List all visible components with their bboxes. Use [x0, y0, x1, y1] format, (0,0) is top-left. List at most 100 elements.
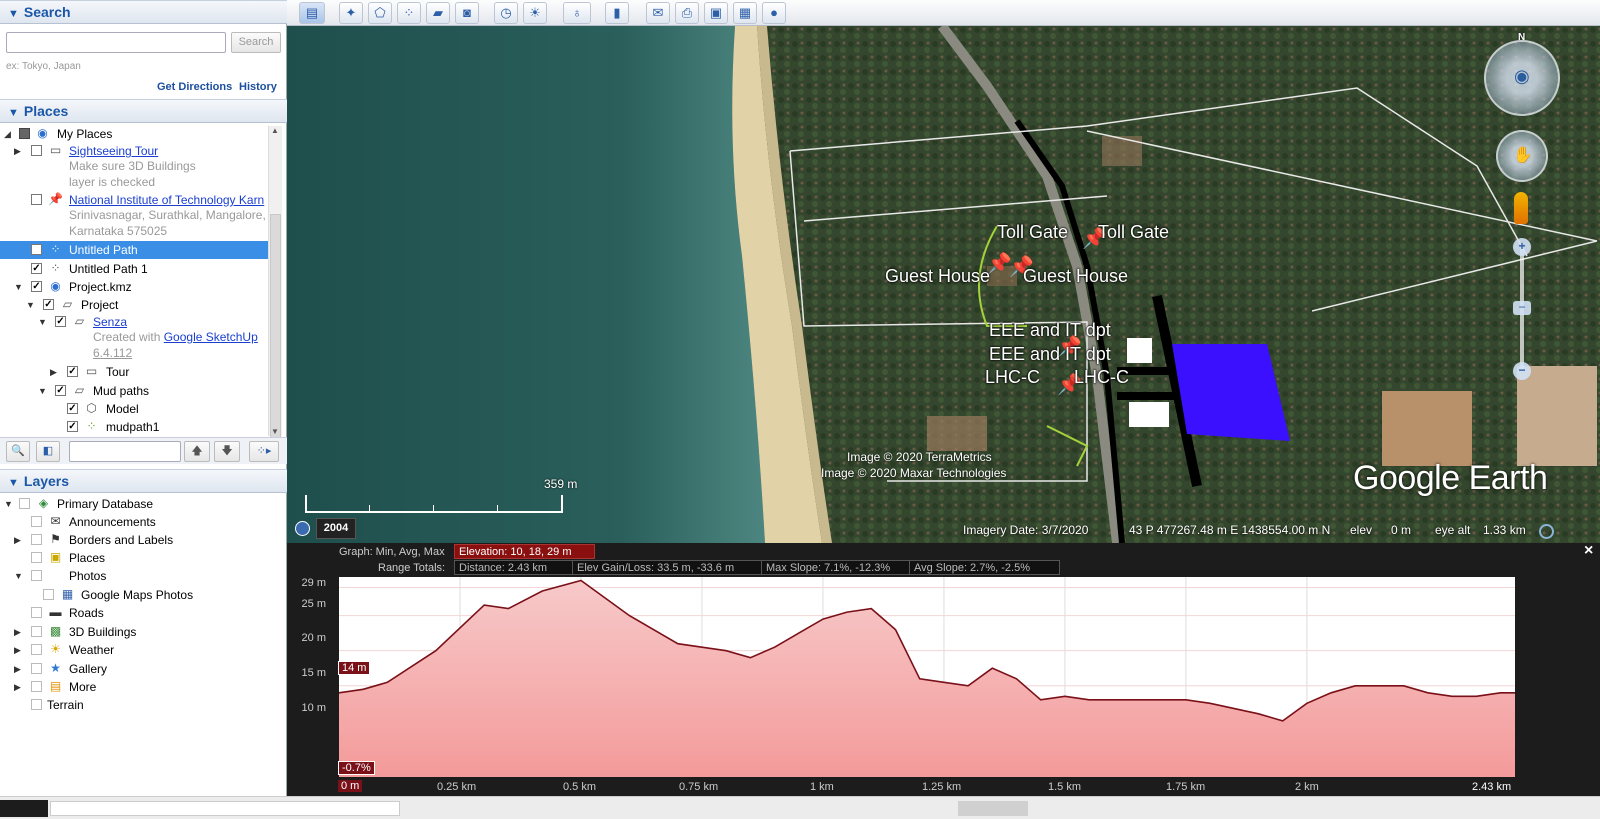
layer-weather[interactable]: ▶ ☀ Weather	[0, 641, 287, 659]
tour-play-icon[interactable]: ⁘▸	[249, 441, 279, 462]
map-label[interactable]: Guest House	[1023, 266, 1128, 287]
map-label[interactable]: EEE and IT dpt	[989, 344, 1111, 365]
checkbox[interactable]	[43, 589, 54, 600]
places-filter-input[interactable]	[69, 441, 181, 462]
tree-item-my-places[interactable]: ◢ ◉ My Places	[0, 125, 268, 143]
history-link[interactable]: History	[239, 81, 277, 93]
collapse-arrow-icon[interactable]: ▼	[14, 278, 24, 296]
tree-item-tour[interactable]: ▶ ✓ ▭ Tour	[0, 363, 268, 381]
checkbox[interactable]	[31, 626, 42, 637]
checkbox[interactable]	[31, 681, 42, 692]
add-polygon-icon[interactable]: ⬠	[368, 2, 392, 24]
sketchup-version-link[interactable]: 6.4.112	[93, 345, 132, 361]
map-label[interactable]: EEE and IT dpt	[989, 320, 1111, 341]
scrollbar-thumb[interactable]	[270, 214, 281, 444]
tree-item-mudpath1[interactable]: ✓ ⁘ mudpath1	[0, 418, 268, 436]
collapse-arrow-icon[interactable]: ▼	[38, 382, 48, 400]
search-places-icon[interactable]: 🔍	[6, 441, 30, 462]
add-placemark-icon[interactable]: ✦	[339, 2, 363, 24]
checkbox[interactable]	[31, 663, 42, 674]
checkbox-checked[interactable]: ✓	[55, 385, 66, 396]
collapse-arrow-icon[interactable]: ◢	[4, 125, 14, 143]
collapse-arrow-icon[interactable]: ▼	[26, 296, 36, 314]
layer-announcements[interactable]: ✉ Announcements	[0, 513, 287, 531]
search-input[interactable]	[6, 32, 226, 53]
scroll-up-icon[interactable]: ▲	[271, 126, 279, 135]
search-button[interactable]: Search	[231, 32, 281, 53]
collapse-arrow-icon[interactable]: ▼	[14, 567, 24, 585]
tree-item-mud-paths[interactable]: ▼ ✓ ▱ Mud paths	[0, 382, 268, 400]
layer-more[interactable]: ▶ ▤ More	[0, 678, 287, 696]
earth-gallery-icon[interactable]: ●	[762, 2, 786, 24]
checkbox[interactable]	[19, 128, 30, 139]
ruler-icon[interactable]: ▮	[605, 2, 629, 24]
map-label[interactable]: Toll Gate	[997, 222, 1068, 243]
move-down-icon[interactable]: 🡇	[214, 441, 240, 462]
expand-arrow-icon[interactable]: ▶	[14, 641, 24, 659]
expand-arrow-icon[interactable]: ▶	[14, 623, 24, 641]
layer-borders-labels[interactable]: ▶ ⚑ Borders and Labels	[0, 531, 287, 549]
zoom-slider[interactable]: + − −	[1513, 238, 1531, 380]
checkbox[interactable]	[31, 516, 42, 527]
move-up-icon[interactable]: 🡅	[184, 441, 210, 462]
get-directions-link[interactable]: Get Directions	[157, 81, 232, 93]
expand-arrow-icon[interactable]: ▶	[14, 678, 24, 696]
checkbox-checked[interactable]: ✓	[31, 244, 42, 255]
checkbox[interactable]	[19, 498, 30, 509]
checkbox[interactable]	[31, 534, 42, 545]
checkbox-checked[interactable]: ✓	[55, 316, 66, 327]
layer-primary-database[interactable]: ▼ ◈ Primary Database	[0, 495, 287, 513]
expand-arrow-icon[interactable]: ▶	[50, 363, 60, 381]
pegman-icon[interactable]	[1514, 192, 1528, 224]
checkbox-checked[interactable]: ✓	[67, 403, 78, 414]
search-panel-header[interactable]: ▼ Search	[0, 0, 287, 24]
checkbox[interactable]	[31, 570, 42, 581]
map-label[interactable]: Guest House	[885, 266, 990, 287]
tree-item-untitled-path[interactable]: ✓ ⁘ Untitled Path	[0, 241, 268, 259]
expand-arrow-icon[interactable]: ▶	[14, 531, 24, 549]
expand-arrow-icon[interactable]: ▶	[14, 142, 24, 160]
layer-3d-buildings[interactable]: ▶ ▩ 3D Buildings	[0, 623, 287, 641]
checkbox[interactable]	[31, 699, 42, 710]
toggle-panel-icon[interactable]: ◧	[36, 441, 60, 462]
checkbox[interactable]	[31, 145, 42, 156]
scrollbar-thumb[interactable]	[50, 801, 400, 816]
expand-arrow-icon[interactable]: ▶	[14, 660, 24, 678]
zoom-out-icon[interactable]: −	[1513, 362, 1531, 380]
tree-item-project-kmz[interactable]: ▼ ✓ ◉ Project.kmz	[0, 278, 268, 296]
move-joystick[interactable]: ✋	[1496, 130, 1548, 182]
sunlight-icon[interactable]: ☀	[523, 2, 547, 24]
save-image-icon[interactable]: ▣	[704, 2, 728, 24]
add-path-icon[interactable]: ⁘	[397, 2, 421, 24]
map-label[interactable]: Toll Gate	[1098, 222, 1169, 243]
collapse-arrow-icon[interactable]: ▼	[38, 313, 48, 331]
layer-places[interactable]: ▣ Places	[0, 549, 287, 567]
look-joystick[interactable]: ◉	[1484, 40, 1560, 116]
print-icon[interactable]: ⎙	[675, 2, 699, 24]
checkbox-checked[interactable]: ✓	[43, 299, 54, 310]
bottom-scroll-bar[interactable]	[0, 796, 1600, 819]
map-label[interactable]: LHC-C	[985, 367, 1040, 388]
collapse-arrow-icon[interactable]: ▼	[4, 495, 14, 513]
layer-roads[interactable]: ▬ Roads	[0, 604, 287, 622]
checkbox[interactable]	[31, 552, 42, 563]
zoom-thumb[interactable]: −	[1513, 301, 1531, 315]
places-panel-header[interactable]: ▼ Places	[0, 99, 287, 123]
planets-icon[interactable]: ♁	[563, 2, 591, 24]
places-scrollbar[interactable]: ▲ ▼	[268, 126, 282, 444]
zoom-in-icon[interactable]: +	[1513, 238, 1531, 256]
layer-terrain[interactable]: Terrain	[0, 696, 287, 714]
historical-imagery-icon[interactable]: ◷	[494, 2, 518, 24]
tree-item-untitled-path-1[interactable]: ✓ ⁘ Untitled Path 1	[0, 260, 268, 278]
tree-item-project[interactable]: ▼ ✓ ▱ Project	[0, 296, 268, 314]
checkbox[interactable]	[31, 607, 42, 618]
checkbox[interactable]	[31, 644, 42, 655]
checkbox-checked[interactable]: ✓	[67, 366, 78, 377]
checkbox-checked[interactable]: ✓	[31, 263, 42, 274]
layer-photos[interactable]: ▼ Photos	[0, 567, 287, 585]
layer-gallery[interactable]: ▶ ★ Gallery	[0, 660, 287, 678]
checkbox-checked[interactable]: ✓	[67, 421, 78, 432]
layer-google-maps-photos[interactable]: ▦ Google Maps Photos	[0, 586, 287, 604]
add-image-overlay-icon[interactable]: ▰	[426, 2, 450, 24]
record-tour-icon[interactable]: ◙	[455, 2, 479, 24]
